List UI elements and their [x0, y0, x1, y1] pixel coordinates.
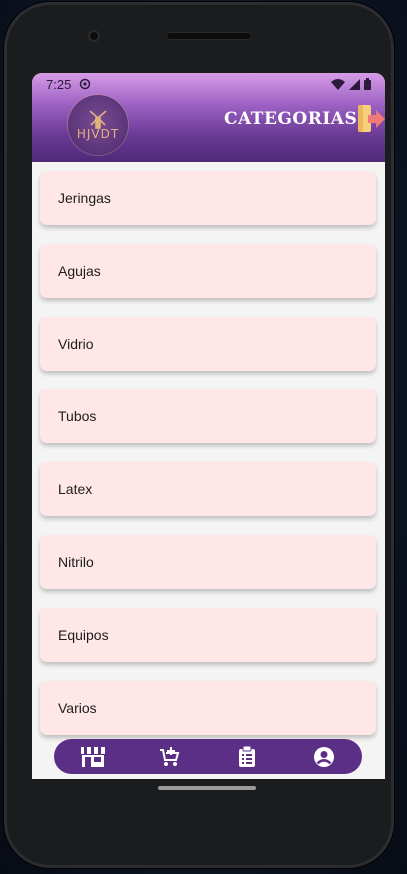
- clipboard-list-icon: [238, 745, 255, 767]
- category-label: Tubos: [58, 408, 97, 424]
- category-label: Agujas: [58, 263, 101, 279]
- category-label: Latex: [58, 481, 93, 497]
- wifi-icon: [331, 78, 345, 90]
- add-to-cart-icon: [159, 746, 179, 766]
- brand-logo: HJVDT: [68, 95, 128, 155]
- category-label: Varios: [58, 700, 97, 716]
- logout-icon: [358, 105, 385, 132]
- category-label: Vidrio: [58, 336, 94, 352]
- status-time: 7:25: [46, 76, 72, 92]
- category-item-latex[interactable]: Latex: [40, 462, 376, 516]
- page-title: CATEGORIAS: [224, 109, 358, 129]
- cell-signal-icon: [349, 78, 360, 90]
- logo-text: HJVDT: [76, 127, 120, 141]
- windmill-icon: [89, 110, 107, 129]
- app-screen: HJVDT CATEGORIAS 7:25 Jeringas Agujas Vi…: [32, 73, 385, 779]
- category-item-equipos[interactable]: Equipos: [40, 608, 376, 662]
- category-item-tubos[interactable]: Tubos: [40, 389, 376, 443]
- battery-icon: [364, 78, 371, 90]
- sync-icon: [80, 78, 91, 90]
- phone-frame: HJVDT CATEGORIAS 7:25 Jeringas Agujas Vi…: [4, 2, 394, 868]
- category-label: Equipos: [58, 627, 109, 643]
- nav-cart-button[interactable]: [152, 742, 188, 772]
- nav-store-button[interactable]: [75, 742, 111, 772]
- category-item-nitrilo[interactable]: Nitrilo: [40, 535, 376, 589]
- category-label: Jeringas: [58, 190, 111, 206]
- front-camera: [88, 30, 100, 42]
- category-item-varios[interactable]: Varios: [40, 681, 376, 735]
- category-item-jeringas[interactable]: Jeringas: [40, 171, 376, 225]
- logout-button[interactable]: [356, 103, 385, 135]
- nav-orders-button[interactable]: [229, 742, 265, 772]
- category-item-vidrio[interactable]: Vidrio: [40, 317, 376, 371]
- category-item-agujas[interactable]: Agujas: [40, 244, 376, 298]
- earpiece-speaker: [166, 32, 252, 40]
- nav-account-button[interactable]: [306, 742, 342, 772]
- bottom-navigation: [54, 739, 362, 774]
- category-label: Nitrilo: [58, 554, 94, 570]
- account-circle-icon: [313, 746, 334, 767]
- category-list: Jeringas Agujas Vidrio Tubos Latex Nitri…: [32, 162, 385, 779]
- home-indicator: [158, 786, 256, 790]
- store-icon: [80, 746, 105, 767]
- status-bar: 7:25: [32, 73, 385, 95]
